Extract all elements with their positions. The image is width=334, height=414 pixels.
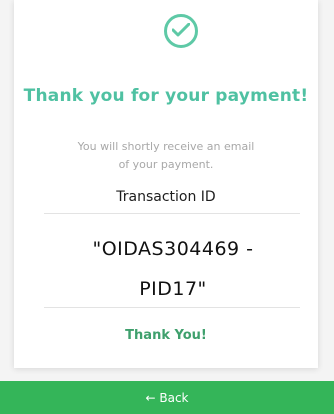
back-button[interactable]: ← Back	[0, 381, 334, 414]
transaction-id-line-2: PID17"	[139, 278, 207, 300]
check-circle-icon	[164, 14, 198, 48]
success-subtitle: You will shortly receive an email of you…	[14, 138, 318, 174]
subtitle-line-1: You will shortly receive an email	[77, 140, 255, 153]
confirmation-card	[14, 0, 318, 368]
thank-you-text: Thank You!	[125, 328, 207, 343]
subtitle-line-2: of your payment.	[118, 158, 214, 171]
divider-bottom	[44, 307, 300, 308]
success-title: Thank you for your payment!	[23, 86, 309, 106]
payment-success-page: Thank you for your payment! You will sho…	[0, 0, 334, 414]
divider-top	[44, 213, 300, 214]
transaction-id-line-1: "OIDAS304469 -	[92, 238, 254, 260]
transaction-id-label: Transaction ID	[116, 189, 216, 205]
transaction-id-value: "OIDAS304469 - PID17"	[46, 229, 300, 309]
